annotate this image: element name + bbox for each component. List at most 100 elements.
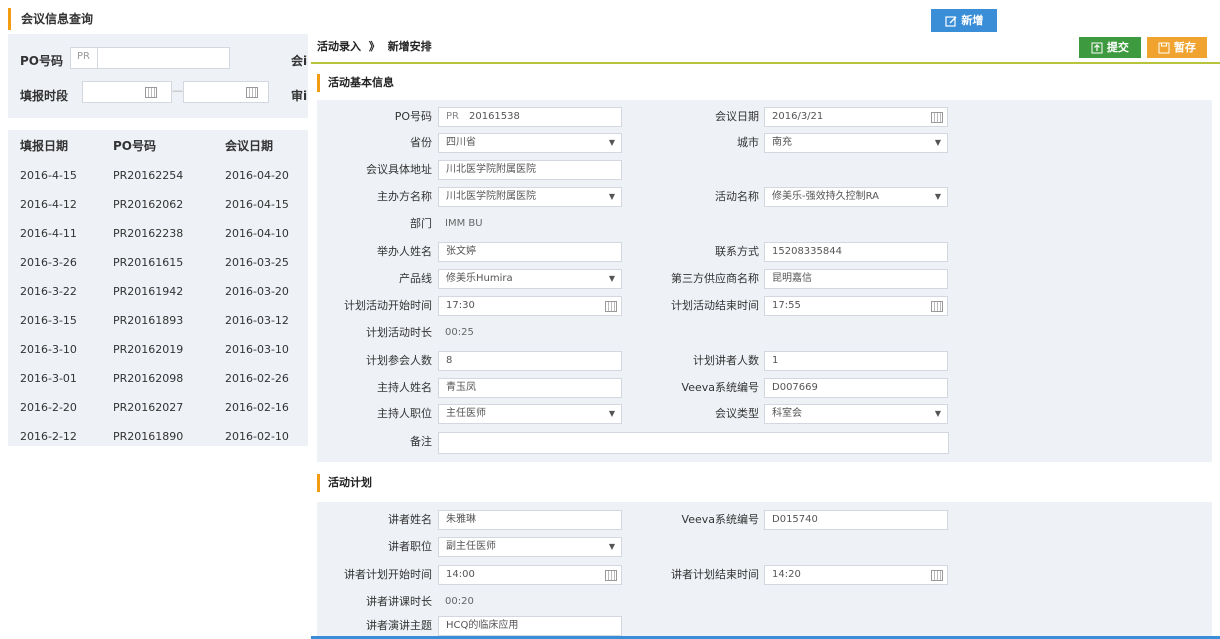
cell-report-date: 2016-4-12 [20, 198, 77, 211]
table-row[interactable]: 2016-2-20 PR20162027 2016-02-16 [8, 393, 308, 422]
po-value: 20161538 [468, 111, 520, 122]
query-window-title: 会议信息查询 [8, 8, 93, 30]
po-input[interactable]: PR 20161538 [438, 107, 622, 127]
chevron-down-icon: ▼ [608, 409, 615, 418]
edit-icon [944, 15, 957, 27]
speaker-start-input[interactable]: 14:00 [438, 565, 622, 585]
chevron-down-icon: ▼ [608, 192, 615, 201]
product-label: 产品线 [399, 272, 432, 285]
new-button[interactable]: 新增 [931, 9, 997, 32]
col-header-report-date: 填报日期 [20, 139, 69, 153]
moderator-title-label: 主持人职位 [377, 407, 432, 420]
period-end-input[interactable] [183, 81, 269, 103]
remarks-input[interactable] [438, 432, 949, 454]
end-time-input[interactable]: 17:55 [764, 296, 948, 316]
period-separator: — [172, 84, 183, 97]
cell-meeting-date: 2016-03-10 [225, 343, 289, 356]
activity-name-select[interactable]: 修美乐-强效持久控制RA ▼ [764, 187, 948, 207]
province-select[interactable]: 四川省 ▼ [438, 133, 622, 153]
speaker-title-value: 副主任医师 [446, 541, 496, 552]
po-filter-divider [97, 48, 98, 68]
cell-meeting-date: 2016-02-16 [225, 401, 289, 414]
table-row[interactable]: 2016-4-12 PR20162062 2016-04-15 [8, 190, 308, 219]
basic-info-panel: PO号码 PR 20161538 会议日期 2016/3/21 省份 四川省 ▼ 城… [317, 100, 1212, 462]
moderator-title-select[interactable]: 主任医师 ▼ [438, 404, 622, 424]
speaker-topic-input[interactable]: HCQ的临床应用 [438, 616, 622, 636]
table-row[interactable]: 2016-3-10 PR20162019 2016-03-10 [8, 335, 308, 364]
speaker-veeva-input[interactable]: D015740 [764, 510, 948, 530]
host-org-label: 主办方名称 [377, 190, 432, 203]
header-divider [311, 62, 1220, 64]
speaker-topic-label: 讲者演讲主题 [366, 619, 432, 632]
calendar-icon[interactable] [145, 87, 157, 98]
vendor-input[interactable]: 昆明嘉信 [764, 269, 948, 289]
cell-po: PR20162062 [113, 198, 184, 211]
speaker-end-value: 14:20 [772, 569, 801, 580]
breadcrumb-root[interactable]: 活动录入 [317, 40, 361, 53]
submit-button[interactable]: 提交 [1079, 37, 1141, 58]
meeting-type-label: 会议类型 [715, 407, 759, 420]
speaker-input[interactable]: 朱雅琳 [438, 510, 622, 530]
cell-report-date: 2016-2-20 [20, 401, 77, 414]
table-row[interactable]: 2016-2-12 PR20161890 2016-02-10 [8, 422, 308, 451]
upload-icon [1091, 42, 1103, 54]
section-title-activity-plan: 活动计划 [317, 474, 372, 492]
speaker-duration-label: 讲者讲课时长 [366, 595, 432, 608]
city-select[interactable]: 南充 ▼ [764, 133, 948, 153]
veeva-value: D007669 [772, 382, 818, 393]
table-row[interactable]: 2016-3-15 PR20161893 2016-03-12 [8, 306, 308, 335]
cell-report-date: 2016-3-10 [20, 343, 77, 356]
po-label: PO号码 [394, 110, 432, 123]
moderator-input[interactable]: 青玉凤 [438, 378, 622, 398]
cell-report-date: 2016-3-15 [20, 314, 77, 327]
cell-po: PR20161890 [113, 430, 184, 443]
save-draft-button-label: 暂存 [1173, 41, 1196, 54]
attendees-value: 8 [446, 355, 453, 366]
meeting-date-value: 2016/3/21 [772, 111, 824, 122]
chevron-down-icon: ▼ [608, 138, 615, 147]
review-filter-label: 审i [291, 89, 308, 103]
calendar-icon[interactable] [931, 570, 943, 581]
cell-po: PR20161615 [113, 256, 184, 269]
speaker-title-label: 讲者职位 [388, 540, 432, 553]
veeva-input[interactable]: D007669 [764, 378, 948, 398]
product-select[interactable]: 修美乐Humira ▼ [438, 269, 622, 289]
host-org-select[interactable]: 川北医学院附属医院 ▼ [438, 187, 622, 207]
remarks-label: 备注 [410, 435, 432, 448]
table-row[interactable]: 2016-3-26 PR20161615 2016-03-25 [8, 248, 308, 277]
calendar-icon[interactable] [605, 301, 617, 312]
start-time-input[interactable]: 17:30 [438, 296, 622, 316]
speaker-start-label: 讲者计划开始时间 [344, 568, 432, 581]
calendar-icon[interactable] [246, 87, 258, 98]
organizer-value: 张文婷 [446, 246, 476, 257]
period-start-input[interactable] [82, 81, 172, 103]
activity-entry-dialog: 活动录入 》 新增安排 提交 暂存 活动基本信息 PO号码 PR 20161538… [311, 32, 1220, 639]
cell-po: PR20161942 [113, 285, 184, 298]
speaker-label: 讲者姓名 [388, 513, 432, 526]
speaker-end-input[interactable]: 14:20 [764, 565, 948, 585]
speakers-input[interactable]: 1 [764, 351, 948, 371]
table-row[interactable]: 2016-4-11 PR20162238 2016-04-10 [8, 219, 308, 248]
po-filter-input[interactable]: PR [70, 47, 230, 69]
meeting-date-input[interactable]: 2016/3/21 [764, 107, 948, 127]
cell-report-date: 2016-3-22 [20, 285, 77, 298]
speaker-title-select[interactable]: 副主任医师 ▼ [438, 537, 622, 557]
table-row[interactable]: 2016-3-01 PR20162098 2016-02-26 [8, 364, 308, 393]
activity-name-label: 活动名称 [715, 190, 759, 203]
address-input[interactable]: 川北医学院附属医院 [438, 160, 622, 180]
table-row[interactable]: 2016-3-22 PR20161942 2016-03-20 [8, 277, 308, 306]
save-draft-button[interactable]: 暂存 [1147, 37, 1207, 58]
meeting-type-select[interactable]: 科室会 ▼ [764, 404, 948, 424]
section-title-basic-info: 活动基本信息 [317, 74, 394, 92]
chevron-down-icon: ▼ [934, 138, 941, 147]
cell-report-date: 2016-3-26 [20, 256, 77, 269]
cell-meeting-date: 2016-02-10 [225, 430, 289, 443]
attendees-input[interactable]: 8 [438, 351, 622, 371]
calendar-icon[interactable] [605, 570, 617, 581]
calendar-icon[interactable] [931, 301, 943, 312]
calendar-icon[interactable] [931, 112, 943, 123]
contact-value: 15208335844 [772, 246, 842, 257]
table-row[interactable]: 2016-4-15 PR20162254 2016-04-20 [8, 161, 308, 190]
contact-input[interactable]: 15208335844 [764, 242, 948, 262]
organizer-input[interactable]: 张文婷 [438, 242, 622, 262]
